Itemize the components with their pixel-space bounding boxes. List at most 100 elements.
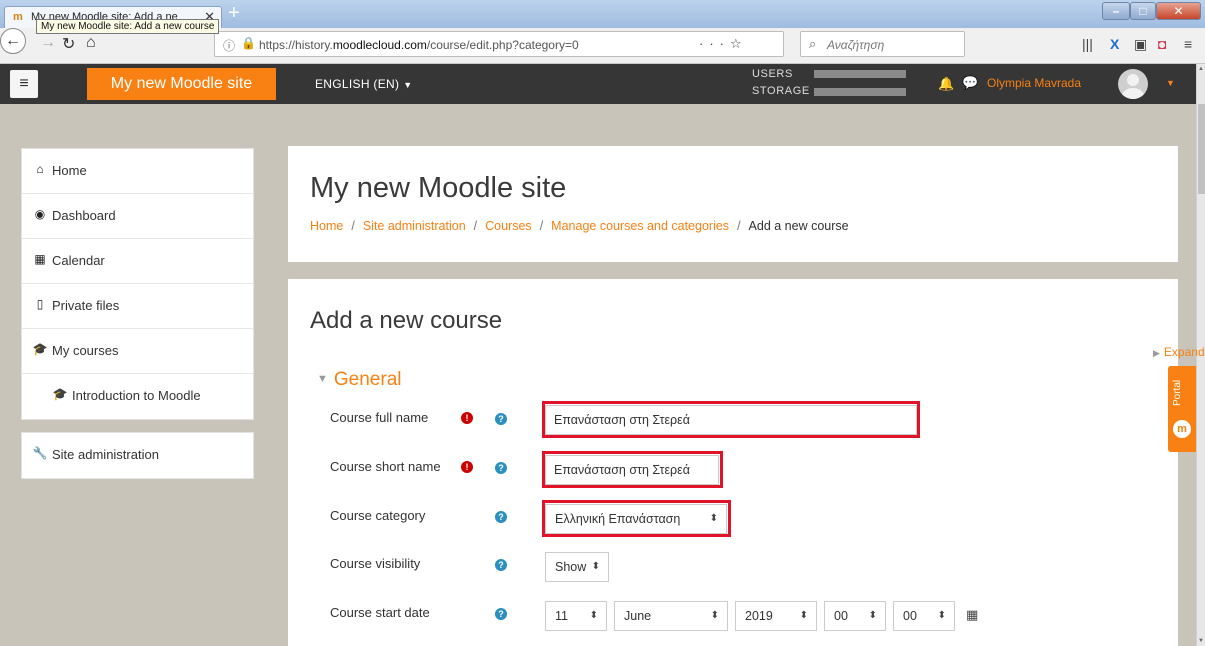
portal-side-tab[interactable]: Portal m: [1168, 366, 1196, 452]
url-bar[interactable]: ⓘ 🔒 https://history.moodlecloud.com/cour…: [214, 31, 784, 57]
help-icon[interactable]: ?: [495, 511, 507, 523]
sidebar-item-label: Home: [52, 163, 87, 178]
fullname-label: Course full name: [330, 410, 429, 425]
startdate-year-select[interactable]: 2019 ⬍: [735, 601, 817, 631]
page-header: My new Moodle site Home / Site administrat…: [288, 146, 1178, 262]
select-arrows-icon: ⬍: [937, 610, 946, 621]
nav-drawer-toggle-button[interactable]: ≡: [10, 70, 38, 98]
sidebar-item-label: Calendar: [52, 253, 105, 268]
breadcrumb-home[interactable]: Home: [310, 219, 343, 233]
avatar-body: [1122, 88, 1144, 99]
calendar-picker-icon[interactable]: ▦: [966, 607, 978, 623]
select-arrows-icon: ⬍: [589, 610, 598, 621]
category-label: Course category: [330, 508, 426, 523]
home-page-icon[interactable]: ⌂: [86, 34, 96, 52]
help-icon[interactable]: ?: [495, 559, 507, 571]
expand-all-label: Expand all: [1163, 345, 1205, 359]
page-actions-icon[interactable]: ···☆: [699, 36, 748, 52]
startdate-hour-select[interactable]: 00 ⬍: [824, 601, 886, 631]
library-icon[interactable]: |||: [1082, 36, 1093, 52]
quota-storage-bar: [814, 88, 906, 96]
url-text: https://history.moodlecloud.com/course/e…: [259, 38, 579, 52]
startdate-month-select[interactable]: June ⬍: [614, 601, 728, 631]
startdate-day-select[interactable]: 11 ⬍: [545, 601, 607, 631]
browser-titlebar: m My new Moodle site: Add a ne ✕ + My ne…: [0, 0, 1205, 34]
sidebar-item-label: Dashboard: [52, 208, 116, 223]
pocket-icon[interactable]: ◘: [1158, 36, 1166, 52]
breadcrumb-current: Add a new course: [748, 219, 849, 233]
avatar-head: [1127, 74, 1139, 86]
reload-icon[interactable]: ↻: [62, 34, 75, 54]
breadcrumb-site-admin[interactable]: Site administration: [363, 219, 466, 233]
select-arrows-icon: ⬍: [799, 610, 808, 621]
breadcrumb: Home / Site administration / Courses / Manage …: [310, 219, 849, 233]
course-visibility-select[interactable]: Show ⬍: [545, 552, 609, 582]
notification-bell-icon[interactable]: 🔔: [938, 76, 954, 92]
maximize-button[interactable]: □: [1130, 2, 1156, 20]
avatar[interactable]: [1118, 69, 1148, 99]
category-highlight-box: [542, 500, 731, 537]
sidebar-item-label: Private files: [52, 298, 120, 313]
breadcrumb-separator: /: [351, 219, 355, 233]
forward-icon[interactable]: →: [40, 34, 56, 52]
dashboard-icon: ◉: [34, 207, 46, 221]
course-form-region: Add a new course ▶Expand all ▼ General Co…: [288, 279, 1205, 646]
shortname-label: Course short name: [330, 459, 441, 474]
search-icon: ⌕: [809, 36, 817, 51]
section-general-label: General: [333, 369, 402, 390]
info-icon[interactable]: ⓘ: [223, 37, 235, 54]
user-menu-caret-icon[interactable]: ▼: [1166, 78, 1175, 88]
scrollbar-thumb[interactable]: [1198, 104, 1205, 194]
help-icon[interactable]: ?: [495, 608, 507, 620]
minimize-button[interactable]: –: [1102, 2, 1130, 20]
hour-value: 00: [834, 609, 848, 623]
year-value: 2019: [745, 609, 773, 623]
sidebar-item-home[interactable]: ⌂ Home: [22, 149, 253, 194]
expand-all-link[interactable]: ▶Expand all: [1153, 345, 1205, 359]
browser-search-box[interactable]: ⌕ Αναζήτηση: [800, 31, 965, 57]
quota-users-bar: [814, 70, 906, 78]
sidebar-item-calendar[interactable]: ▦ Calendar: [22, 239, 253, 284]
extension-x-icon[interactable]: X: [1110, 36, 1119, 52]
close-window-button[interactable]: ✕: [1156, 2, 1201, 20]
section-general-toggle[interactable]: ▼ General: [317, 369, 402, 391]
breadcrumb-separator: /: [473, 219, 478, 233]
sidebar-item-my-courses[interactable]: 🎓 My courses: [22, 329, 253, 374]
messages-icon[interactable]: 💬: [962, 75, 978, 91]
startdate-minute-select[interactable]: 00 ⬍: [893, 601, 955, 631]
expand-triangle-icon: ▶: [1153, 348, 1160, 358]
sidebar-item-private-files[interactable]: ▯ Private files: [22, 284, 253, 329]
search-placeholder: Αναζήτηση: [827, 38, 885, 52]
user-name[interactable]: Olympia Mavrada: [987, 76, 1081, 90]
sidebar-item-label: My courses: [52, 343, 119, 358]
scroll-down-icon[interactable]: ▼: [1198, 638, 1204, 644]
visibility-label: Course visibility: [330, 556, 421, 571]
select-arrows-icon: ⬍: [710, 610, 719, 621]
day-value: 11: [555, 609, 568, 623]
wrench-icon: 🔧: [32, 446, 48, 460]
sidebar-toggle-icon[interactable]: ▣: [1134, 36, 1147, 53]
shortname-highlight-box: [542, 451, 723, 488]
visibility-selected-value: Show: [555, 560, 587, 574]
collapse-caret-icon: ▼: [317, 373, 328, 385]
back-icon[interactable]: ←: [0, 28, 26, 54]
minute-value: 00: [903, 609, 917, 623]
required-icon: !: [461, 461, 473, 473]
breadcrumb-manage-courses[interactable]: Manage courses and categories: [551, 219, 729, 233]
scroll-up-icon[interactable]: ▲: [1198, 66, 1204, 72]
sidebar-item-intro-moodle[interactable]: 🎓 Introduction to Moodle: [22, 374, 253, 419]
graduation-cap-icon: 🎓: [32, 342, 48, 356]
new-tab-button[interactable]: +: [228, 2, 240, 25]
breadcrumb-courses[interactable]: Courses: [485, 219, 532, 233]
caret-down-icon: ▼: [403, 80, 413, 90]
sidebar-item-dashboard[interactable]: ◉ Dashboard: [22, 194, 253, 239]
help-icon[interactable]: ?: [495, 413, 507, 425]
help-icon[interactable]: ?: [495, 462, 507, 474]
portal-label: Portal: [1172, 379, 1183, 407]
sidebar-item-site-admin[interactable]: 🔧 Site administration: [22, 433, 253, 478]
calendar-icon: ▦: [34, 252, 46, 266]
site-brand-link[interactable]: My new Moodle site: [87, 68, 276, 100]
month-value: June: [624, 609, 652, 623]
menu-icon[interactable]: ≡: [1184, 36, 1192, 52]
language-menu[interactable]: ENGLISH (EN) ▼: [315, 77, 413, 91]
